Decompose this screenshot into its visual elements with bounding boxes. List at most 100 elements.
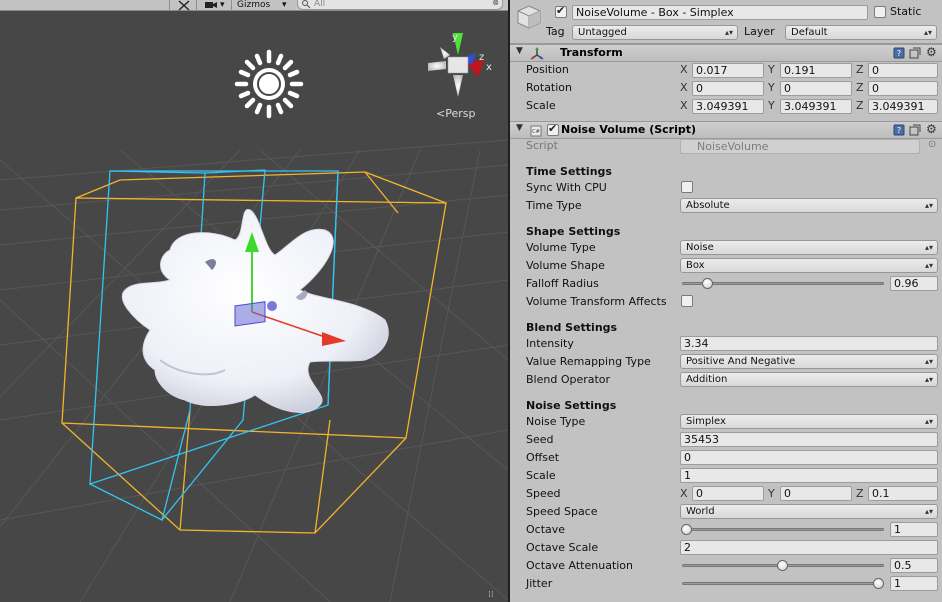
toolbar-separator [231, 0, 232, 11]
octave-attenuation-label: Octave Attenuation [526, 559, 634, 572]
layer-value: Default [791, 27, 828, 38]
gameobject-cube-icon [517, 5, 541, 29]
speed-z-field[interactable]: 0.1 [868, 486, 938, 501]
volume-type-dropdown[interactable]: Noise ▴▾ [680, 240, 938, 255]
inspector-panel: NoiseVolume - Box - Simplex Static Tag U… [510, 0, 942, 602]
noise-type-dropdown[interactable]: Simplex ▴▾ [680, 414, 938, 429]
scale-x-field[interactable]: 3.049391 [692, 99, 764, 114]
jitter-slider[interactable] [682, 582, 884, 585]
dropdown-arrows-icon: ▴▾ [924, 357, 933, 366]
transform-title: Transform [560, 46, 623, 59]
noise-volume-header[interactable]: ▼ C# Noise Volume (Script) ? ⚙ [510, 121, 942, 139]
time-type-dropdown[interactable]: Absolute ▴▾ [680, 198, 938, 213]
camera-icon[interactable] [204, 0, 218, 11]
blend-operator-label: Blend Operator [526, 373, 611, 386]
projection-toggle[interactable]: <Persp [436, 107, 475, 120]
speed-space-dropdown[interactable]: World ▴▾ [680, 504, 938, 519]
scene-view[interactable]: ▾ Gizmos ▾ All ⊗ y z x <Persp ⁞⁞ [0, 0, 508, 602]
time-type-value: Absolute [686, 200, 730, 211]
rotation-x-field[interactable]: 0 [692, 81, 764, 96]
z-label: Z [856, 63, 864, 76]
object-name-field[interactable]: NoiseVolume - Box - Simplex [572, 5, 868, 20]
position-z-field[interactable]: 0 [868, 63, 938, 78]
octave-scale-label: Octave Scale [526, 541, 599, 554]
offset-field[interactable]: 0 [680, 450, 938, 465]
directional-light-icon[interactable] [234, 49, 304, 119]
octave-scale-field[interactable]: 2 [680, 540, 938, 555]
camera-dropdown-arrow[interactable]: ▾ [220, 0, 225, 11]
gizmo-x-label: x [486, 62, 492, 73]
script-value: NoiseVolume [697, 140, 769, 153]
scale-label: Scale [526, 99, 556, 112]
falloff-radius-field[interactable]: 0.96 [890, 276, 938, 291]
toolbar-separator [169, 0, 170, 11]
sync-with-cpu-checkbox[interactable] [681, 181, 693, 193]
scale-z-field[interactable]: 3.049391 [868, 99, 938, 114]
y-label: Y [768, 63, 775, 76]
object-header: NoiseVolume - Box - Simplex Static Tag U… [510, 0, 942, 44]
value-remapping-type-value: Positive And Negative [686, 356, 796, 367]
y-label: Y [768, 81, 775, 94]
gear-icon[interactable]: ⚙ [926, 45, 937, 59]
foldout-arrow-icon[interactable]: ▼ [516, 46, 523, 56]
object-picker-icon[interactable]: ⊙ [928, 139, 936, 150]
octave-slider-thumb[interactable] [681, 524, 692, 535]
svg-text:C#: C# [532, 129, 540, 135]
rotation-y-field[interactable]: 0 [780, 81, 852, 96]
octave-attenuation-slider-thumb[interactable] [777, 560, 788, 571]
scale-y-field[interactable]: 3.049391 [780, 99, 852, 114]
blend-operator-dropdown[interactable]: Addition ▴▾ [680, 372, 938, 387]
value-remapping-type-dropdown[interactable]: Positive And Negative ▴▾ [680, 354, 938, 369]
gear-icon[interactable]: ⚙ [926, 122, 937, 136]
position-label: Position [526, 63, 569, 76]
search-clear-icon[interactable]: ⊗ [492, 0, 499, 7]
jitter-field[interactable]: 1 [890, 576, 938, 591]
help-book-icon[interactable]: ? [893, 47, 905, 59]
octave-label: Octave [526, 523, 566, 536]
active-checkbox[interactable] [555, 4, 567, 18]
noise-type-value: Simplex [686, 416, 726, 427]
volume-transform-affects-checkbox[interactable] [681, 295, 693, 307]
speed-y-field[interactable]: 0 [780, 486, 852, 501]
component-enabled-checkbox[interactable] [547, 122, 559, 136]
transform-header[interactable]: ▼ Transform ? ⚙ [510, 44, 942, 62]
gizmos-dropdown-arrow[interactable]: ▾ [282, 0, 287, 11]
tools-icon[interactable] [177, 0, 191, 11]
resize-grip-icon[interactable]: ⁞⁞ [488, 590, 494, 600]
jitter-slider-thumb[interactable] [873, 578, 884, 589]
speed-space-label: Speed Space [526, 505, 598, 518]
speed-x-field[interactable]: 0 [692, 486, 764, 501]
noise-scale-field[interactable]: 1 [680, 468, 938, 483]
noise-type-label: Noise Type [526, 415, 586, 428]
speed-label: Speed [526, 487, 561, 500]
layer-label: Layer [744, 25, 775, 38]
scene-canvas[interactable]: y z x [0, 11, 508, 602]
rotation-z-field[interactable]: 0 [868, 81, 938, 96]
preset-icon[interactable] [909, 124, 921, 136]
layer-dropdown[interactable]: Default ▴▾ [785, 25, 937, 40]
intensity-field[interactable]: 3.34 [680, 336, 938, 351]
z-label: Z [856, 487, 864, 500]
position-x-field[interactable]: 0.017 [692, 63, 764, 78]
noise-scale-label: Scale [526, 469, 556, 482]
gizmos-button[interactable]: Gizmos [237, 0, 270, 11]
static-checkbox[interactable] [874, 6, 886, 18]
tag-dropdown[interactable]: Untagged ▴▾ [572, 25, 738, 40]
position-y-field[interactable]: 0.191 [780, 63, 852, 78]
preset-icon[interactable] [909, 47, 921, 59]
help-book-icon[interactable]: ? [893, 124, 905, 136]
volume-type-value: Noise [686, 242, 714, 253]
component-title: Noise Volume (Script) [561, 123, 697, 136]
octave-attenuation-field[interactable]: 0.5 [890, 558, 938, 573]
octave-field[interactable]: 1 [890, 522, 938, 537]
time-type-label: Time Type [526, 199, 582, 212]
foldout-arrow-icon[interactable]: ▼ [516, 123, 523, 133]
script-icon: C# [530, 125, 542, 137]
falloff-radius-slider-thumb[interactable] [702, 278, 714, 289]
search-field[interactable]: All ⊗ [297, 0, 503, 10]
seed-field[interactable]: 35453 [680, 432, 938, 447]
dropdown-arrows-icon: ▴▾ [923, 28, 932, 37]
chevron-left-icon: < [436, 107, 446, 120]
octave-slider[interactable] [682, 528, 884, 531]
volume-shape-dropdown[interactable]: Box ▴▾ [680, 258, 938, 273]
